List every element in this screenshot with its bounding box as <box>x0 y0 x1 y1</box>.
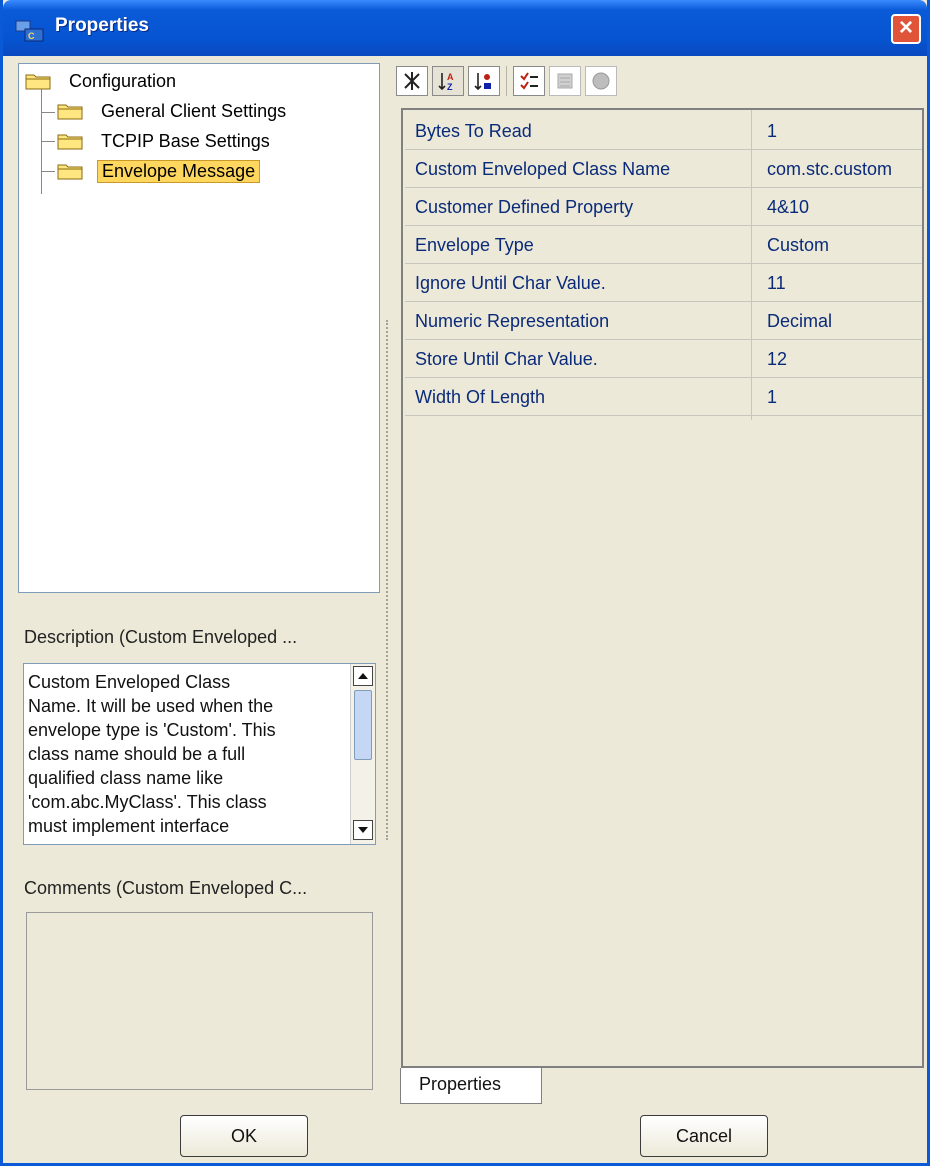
description-label: Description (Custom Enveloped ... <box>24 627 298 647</box>
description-textarea[interactable]: Custom Enveloped Class Name. It will be … <box>23 663 376 845</box>
scroll-thumb[interactable] <box>354 690 372 760</box>
property-name: Numeric Representation <box>415 311 610 331</box>
help-icon[interactable] <box>585 66 617 96</box>
tree-label: TCPIP Base Settings <box>101 130 270 151</box>
svg-text:A: A <box>447 72 454 82</box>
property-row[interactable]: Custom Enveloped Class Name com.stc.cust… <box>405 150 922 188</box>
cancel-button[interactable]: Cancel <box>640 1115 768 1157</box>
config-tree: Configuration General Client Settings TC… <box>18 63 380 593</box>
folder-icon <box>57 104 83 120</box>
properties-grid: Bytes To Read 1 Custom Enveloped Class N… <box>401 108 924 1068</box>
scroll-up-icon[interactable] <box>353 666 373 686</box>
close-icon[interactable]: × <box>891 14 921 44</box>
properties-dialog: C Properties × Configuration General Cli… <box>0 0 930 1166</box>
property-row[interactable]: Envelope Type Custom <box>405 226 922 264</box>
tree-item-envelope-message[interactable]: Envelope Message <box>57 158 261 184</box>
property-value[interactable]: Decimal <box>767 311 832 332</box>
tree-connector <box>41 171 55 172</box>
property-row[interactable]: Numeric Representation Decimal <box>405 302 922 340</box>
categorized-icon[interactable] <box>396 66 428 96</box>
ok-button[interactable]: OK <box>180 1115 308 1157</box>
tree-item-configuration[interactable]: Configuration <box>25 68 180 94</box>
pane-splitter[interactable] <box>386 320 388 840</box>
property-value[interactable]: 1 <box>767 387 777 408</box>
folder-icon <box>25 74 51 90</box>
property-name: Bytes To Read <box>415 121 532 141</box>
scroll-down-icon[interactable] <box>353 820 373 840</box>
property-value[interactable]: com.stc.custom <box>767 159 892 180</box>
edit-list-icon[interactable] <box>513 66 545 96</box>
description-line: must implement interface <box>28 816 230 836</box>
folder-icon <box>57 164 83 180</box>
description-line: 'com.abc.MyClass'. This class <box>28 792 267 812</box>
title-bar[interactable]: C Properties × <box>3 0 927 56</box>
properties-sheet-icon[interactable] <box>549 66 581 96</box>
tree-label: Configuration <box>69 70 177 91</box>
property-name: Envelope Type <box>415 235 534 255</box>
tab-properties[interactable]: Properties <box>400 1068 542 1104</box>
sort-alphabetic-icon[interactable]: AZ <box>432 66 464 96</box>
svg-text:C: C <box>28 31 35 41</box>
property-name: Width Of Length <box>415 387 546 407</box>
tree-label: General Client Settings <box>101 100 287 121</box>
toolbar-separator <box>506 66 507 96</box>
property-row[interactable]: Ignore Until Char Value. 11 <box>405 264 922 302</box>
property-value[interactable]: 11 <box>767 273 786 294</box>
description-line: class name should be a full <box>28 744 246 764</box>
property-value[interactable]: 4&10 <box>767 197 809 218</box>
window-title: Properties <box>55 15 149 36</box>
comments-textarea[interactable] <box>26 912 373 1090</box>
property-row[interactable]: Store Until Char Value. 12 <box>405 340 922 378</box>
property-name: Store Until Char Value. <box>415 349 598 369</box>
sort-by-type-icon[interactable] <box>468 66 500 96</box>
tree-item-general-client-settings[interactable]: General Client Settings <box>57 98 290 124</box>
description-text: Custom Enveloped Class Name. It will be … <box>28 670 346 838</box>
description-line: Name. It will be used when the <box>28 696 274 716</box>
tree-item-tcpip-base-settings[interactable]: TCPIP Base Settings <box>57 128 274 154</box>
description-line: Custom Enveloped Class <box>28 672 231 692</box>
folder-icon <box>57 134 83 150</box>
property-value[interactable]: Custom <box>767 235 829 256</box>
property-value[interactable]: 12 <box>767 349 787 370</box>
svg-text:Z: Z <box>447 82 453 92</box>
tree-connector <box>41 112 55 113</box>
property-value[interactable]: 1 <box>767 121 777 142</box>
property-row[interactable]: Width Of Length 1 <box>405 378 922 416</box>
property-toolbar: AZ <box>396 66 617 98</box>
tree-label-selected: Envelope Message <box>97 159 261 183</box>
property-row[interactable]: Bytes To Read 1 <box>405 112 922 150</box>
comments-label: Comments (Custom Enveloped C... <box>24 878 308 898</box>
property-name: Ignore Until Char Value. <box>415 273 606 293</box>
app-icon: C <box>15 20 44 42</box>
property-name: Customer Defined Property <box>415 197 634 217</box>
property-name: Custom Enveloped Class Name <box>415 159 671 179</box>
description-line: qualified class name like <box>28 768 224 788</box>
tree-connector <box>41 141 55 142</box>
property-row[interactable]: Customer Defined Property 4&10 <box>405 188 922 226</box>
description-scrollbar[interactable] <box>350 664 375 844</box>
description-line: envelope type is 'Custom'. This <box>28 720 276 740</box>
